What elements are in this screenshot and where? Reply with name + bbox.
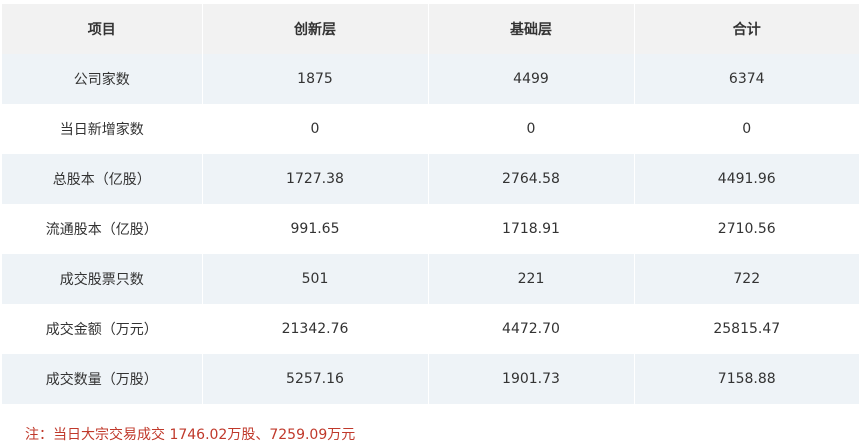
cell-basic: 221 [428,254,635,304]
cell-total: 4491.96 [634,154,859,204]
row-label: 公司家数 [2,54,203,104]
cell-innovation: 5257.16 [202,354,429,404]
row-label: 总股本（亿股） [2,154,203,204]
market-stats-table: 项目 创新层 基础层 合计 公司家数 1875 4499 6374 当日新增家数… [2,4,859,404]
cell-basic: 4499 [428,54,635,104]
table-row: 公司家数 1875 4499 6374 [2,54,859,104]
cell-innovation: 991.65 [202,204,429,254]
row-label: 当日新增家数 [2,104,203,154]
cell-basic: 1718.91 [428,204,635,254]
cell-innovation: 501 [202,254,429,304]
cell-total: 25815.47 [634,304,859,354]
header-basic-tier: 基础层 [428,4,635,54]
header-total: 合计 [634,4,859,54]
cell-basic: 2764.58 [428,154,635,204]
table-row: 成交数量（万股） 5257.16 1901.73 7158.88 [2,354,859,404]
row-label: 成交金额（万元） [2,304,203,354]
header-row: 项目 创新层 基础层 合计 [2,4,859,54]
cell-innovation: 21342.76 [202,304,429,354]
cell-innovation: 0 [202,104,429,154]
row-label: 成交数量（万股） [2,354,203,404]
table-header: 项目 创新层 基础层 合计 [2,4,859,54]
cell-total: 0 [634,104,859,154]
row-label: 流通股本（亿股） [2,204,203,254]
cell-total: 7158.88 [634,354,859,404]
header-item: 项目 [2,4,203,54]
cell-total: 722 [634,254,859,304]
table-row: 当日新增家数 0 0 0 [2,104,859,154]
table-body: 公司家数 1875 4499 6374 当日新增家数 0 0 0 总股本（亿股）… [2,54,859,404]
table-row: 流通股本（亿股） 991.65 1718.91 2710.56 [2,204,859,254]
block-trade-footnote: 注：当日大宗交易成交 1746.02万股、7259.09万元 [25,427,356,443]
table-row: 成交股票只数 501 221 722 [2,254,859,304]
row-label: 成交股票只数 [2,254,203,304]
cell-total: 6374 [634,54,859,104]
header-innovation-tier: 创新层 [202,4,429,54]
cell-basic: 1901.73 [428,354,635,404]
table-row: 成交金额（万元） 21342.76 4472.70 25815.47 [2,304,859,354]
cell-basic: 0 [428,104,635,154]
cell-innovation: 1875 [202,54,429,104]
table-row: 总股本（亿股） 1727.38 2764.58 4491.96 [2,154,859,204]
cell-innovation: 1727.38 [202,154,429,204]
cell-total: 2710.56 [634,204,859,254]
cell-basic: 4472.70 [428,304,635,354]
